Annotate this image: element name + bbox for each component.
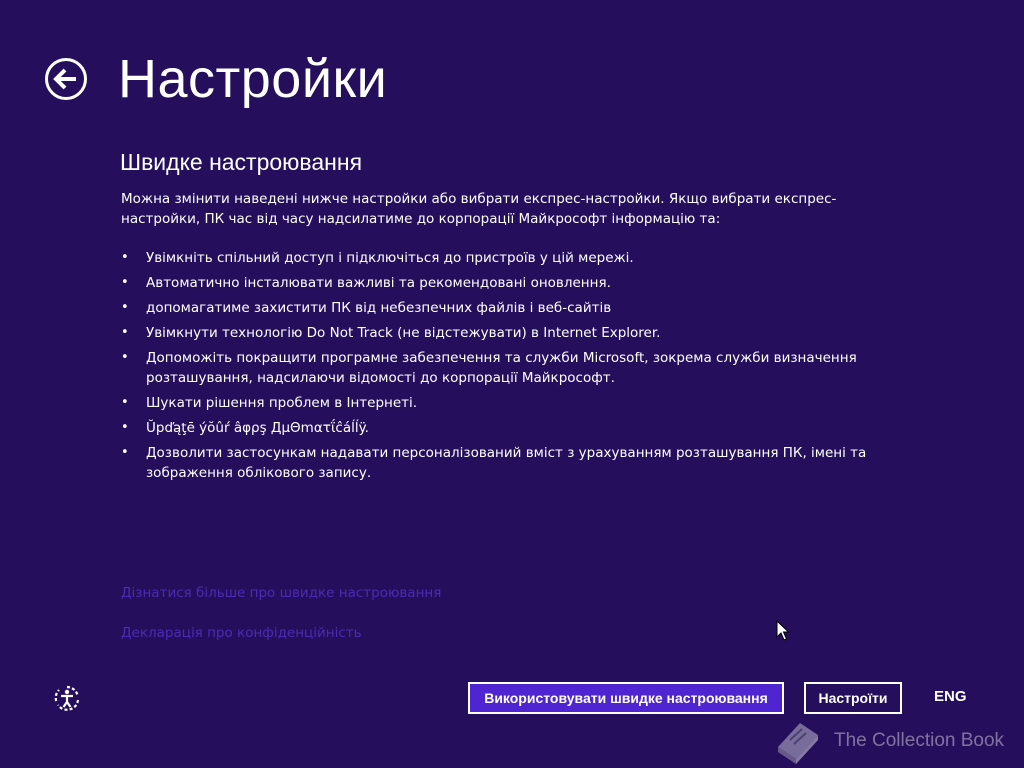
use-express-settings-button[interactable]: Використовувати швидке настроювання bbox=[468, 682, 784, 714]
list-item: Увімкніть спільний доступ і підключіться… bbox=[121, 248, 881, 268]
intro-text: Можна змінити наведені нижче настройки а… bbox=[121, 191, 837, 227]
learn-more-link[interactable]: Дізнатися більше про швидке настроювання bbox=[121, 585, 441, 601]
mouse-cursor-icon bbox=[776, 620, 790, 641]
book-icon bbox=[778, 723, 818, 764]
language-indicator[interactable]: ENG bbox=[934, 688, 967, 705]
page-title: Настройки bbox=[118, 49, 388, 109]
watermark-text: The Collection Book bbox=[834, 730, 1005, 751]
ease-of-access-button[interactable] bbox=[53, 684, 81, 712]
customize-button[interactable]: Настроїти bbox=[804, 682, 902, 714]
list-item: Дозволити застосункам надавати персоналі… bbox=[121, 443, 881, 483]
watermark: The Collection Book bbox=[772, 716, 1022, 766]
list-item: допомагатиме захистити ПК від небезпечни… bbox=[121, 298, 881, 318]
back-arrow-circle-icon bbox=[45, 58, 87, 100]
express-settings-list: Увімкніть спільний доступ і підключіться… bbox=[121, 248, 881, 488]
section-title: Швидке настроювання bbox=[120, 149, 363, 175]
privacy-statement-link[interactable]: Декларація про конфіденційність bbox=[121, 625, 362, 641]
list-item: Автоматично інсталювати важливі та реком… bbox=[121, 273, 881, 293]
ease-of-access-icon bbox=[54, 685, 80, 711]
list-item: Увімкнути технологію Do Not Track (не ві… bbox=[121, 323, 881, 343]
list-item: Допоможіть покращити програмне забезпече… bbox=[121, 348, 881, 388]
list-item: Ŭpďąţē ýŏûŕ âφρş ДµΘmατΐĉáĺĺÿ. bbox=[121, 418, 881, 438]
list-item: Шукати рішення проблем в Інтернеті. bbox=[121, 393, 881, 413]
back-button[interactable] bbox=[44, 57, 88, 101]
